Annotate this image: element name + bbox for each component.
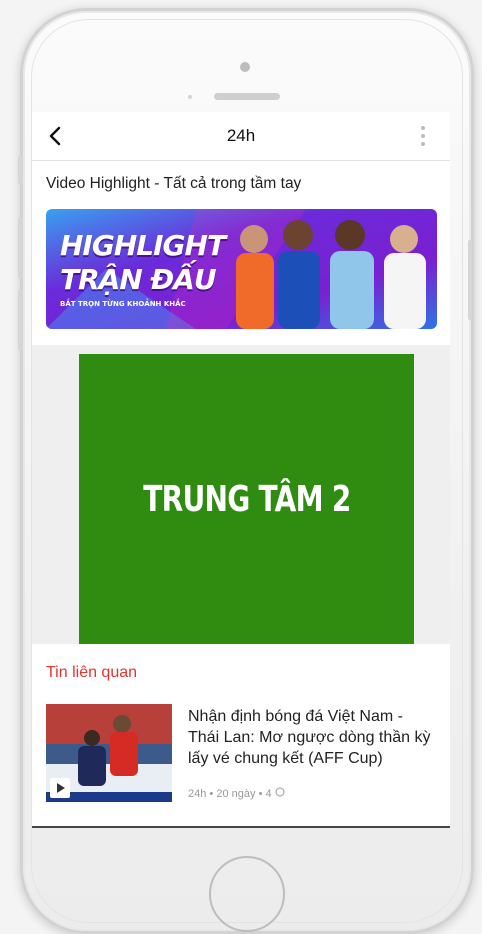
video-highlight-section: Video Highlight - Tất cả trong tầm tay H… xyxy=(32,161,450,345)
banner-line2: TRẬN ĐẤU xyxy=(60,263,217,296)
comment-icon xyxy=(275,787,285,800)
power-button xyxy=(468,240,472,320)
volume-up-button xyxy=(18,218,22,278)
news-source: 24h xyxy=(188,788,207,800)
app-screen: 24h Video Highlight - Tất cả trong tầm t… xyxy=(32,112,450,828)
earpiece-speaker xyxy=(214,93,280,100)
mute-switch xyxy=(18,156,22,184)
ad-placeholder[interactable]: TRUNG TÂM 2 xyxy=(79,354,414,644)
page-title: 24h xyxy=(226,126,256,145)
related-title: Tin liên quan xyxy=(46,664,138,681)
more-vertical-icon[interactable] xyxy=(420,124,426,148)
volume-down-button xyxy=(18,290,22,350)
ad-label: TRUNG TÂM 2 xyxy=(142,478,351,520)
news-headline[interactable]: Nhận định bóng đá Việt Nam - Thái Lan: M… xyxy=(188,706,438,769)
news-meta: 24h • 20 ngày • 4 xyxy=(188,787,285,800)
comment-count: 4 xyxy=(265,788,272,800)
highlight-banner[interactable]: HIGHLIGHT TRẬN ĐẤU BẮT TRỌN TỪNG KHOẢNH … xyxy=(46,209,437,329)
banner-line1: HIGHLIGHT xyxy=(60,229,226,262)
related-news-section: Tin liên quan Nhận định bóng đá Việt Nam… xyxy=(32,644,450,826)
news-age: 20 ngày xyxy=(216,788,256,800)
list-item[interactable]: Nhận định bóng đá Việt Nam - Thái Lan: M… xyxy=(46,704,438,804)
navigation-bar: 24h xyxy=(32,112,450,161)
news-thumbnail xyxy=(46,704,172,802)
front-camera xyxy=(240,62,250,72)
section-heading: Video Highlight - Tất cả trong tầm tay xyxy=(46,175,302,192)
home-button[interactable] xyxy=(209,856,285,932)
banner-tagline: BẮT TRỌN TỪNG KHOẢNH KHẮC xyxy=(60,300,186,308)
proximity-sensor xyxy=(188,95,192,99)
banner-text: HIGHLIGHT TRẬN ĐẤU BẮT TRỌN TỪNG KHOẢNH … xyxy=(60,229,226,309)
play-icon xyxy=(50,778,70,798)
